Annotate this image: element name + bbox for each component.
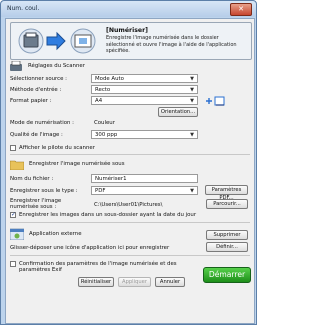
window-title: Num. coul. <box>7 5 40 12</box>
quality-label: Qualité de l'image : <box>10 132 63 138</box>
define-button[interactable]: Définir... <box>206 242 248 252</box>
quality-value: 300 ppp <box>95 132 118 138</box>
browse-button[interactable]: Parcourir... <box>206 199 248 209</box>
close-icon: ✕ <box>238 5 244 13</box>
filename-input[interactable]: Numériser1 <box>91 174 198 183</box>
divider <box>10 222 250 223</box>
header-title: [Numériser] <box>106 27 148 34</box>
input-method-select[interactable]: Recto ▼ <box>91 85 198 94</box>
scan-mode-label: Mode de numérisation : <box>10 120 74 126</box>
subfolder-label: Enregistrer les images dans un sous-doss… <box>19 212 197 218</box>
chevron-down-icon: ▼ <box>190 76 194 82</box>
quality-select[interactable]: 300 ppp ▼ <box>91 130 198 139</box>
app-section-title: Application externe <box>29 231 82 237</box>
title-bar[interactable]: Num. coul. ✕ <box>1 1 256 17</box>
location-label: Enregistrer l'image numérisée sous : <box>10 198 62 210</box>
start-button[interactable]: Démarrer <box>203 267 251 283</box>
location-value: C:\Users\User01\Pictures\ <box>94 202 163 208</box>
application-icon <box>10 228 24 240</box>
chevron-down-icon: ▼ <box>190 87 194 93</box>
delete-button[interactable]: Supprimer <box>206 230 248 240</box>
chevron-down-icon: ▼ <box>190 98 194 104</box>
scan-mode-value: Couleur <box>94 120 115 126</box>
show-driver-checkbox[interactable] <box>10 145 16 151</box>
close-button[interactable]: ✕ <box>230 3 252 16</box>
chevron-down-icon: ▼ <box>190 188 194 194</box>
confirm-checkbox[interactable] <box>10 261 16 267</box>
reset-button[interactable]: Réinitialiser <box>78 277 114 287</box>
header-banner: [Numériser] Enregistre l'image numérisée… <box>10 22 252 60</box>
source-label: Sélectionner source : <box>10 76 67 82</box>
type-select[interactable]: PDF ▼ <box>91 186 198 195</box>
filename-value: Numériser1 <box>95 176 127 182</box>
app-drop-hint: Glisser-déposer une icône d'application … <box>10 245 170 251</box>
type-label: Enregistrer sous le type : <box>10 188 78 194</box>
folder-icon <box>10 160 24 170</box>
paper-size-icon <box>206 96 225 106</box>
show-driver-label: Afficher le pilote du scanner <box>19 145 95 151</box>
orientation-button[interactable]: Orientation... <box>158 107 198 117</box>
scanner-icon <box>10 61 22 71</box>
divider <box>10 154 250 155</box>
subfolder-checkbox[interactable] <box>10 211 16 218</box>
save-section-title: Enregistrer l'image numérisée sous <box>29 161 125 167</box>
filename-label: Nom du fichier : <box>10 176 54 182</box>
paper-format-value: A4 <box>95 98 103 104</box>
scanner-section-title: Réglages du Scanner <box>28 63 85 69</box>
cancel-button[interactable]: Annuler <box>155 277 185 287</box>
paper-format-select[interactable]: A4 ▼ <box>91 96 198 105</box>
pdf-settings-button[interactable]: Paramètres PDF... <box>205 185 248 201</box>
input-method-label: Méthode d'entrée : <box>10 87 62 93</box>
source-select[interactable]: Mode Auto ▼ <box>91 74 198 83</box>
divider <box>10 255 250 256</box>
source-value: Mode Auto <box>95 76 124 82</box>
scanner-to-folder-icon <box>18 28 96 54</box>
type-value: PDF <box>95 188 106 194</box>
paper-format-label: Format papier : <box>10 98 52 104</box>
input-method-value: Recto <box>95 87 111 93</box>
apply-button[interactable]: Appliquer <box>118 277 151 287</box>
confirm-label: Confirmation des paramètres de l'image n… <box>19 261 177 273</box>
header-description: Enregistre l'image numérisée dans le dos… <box>106 35 237 55</box>
dialog-window: Num. coul. ✕ [Numériser] Enregistre l'im… <box>0 0 257 325</box>
chevron-down-icon: ▼ <box>190 132 194 138</box>
